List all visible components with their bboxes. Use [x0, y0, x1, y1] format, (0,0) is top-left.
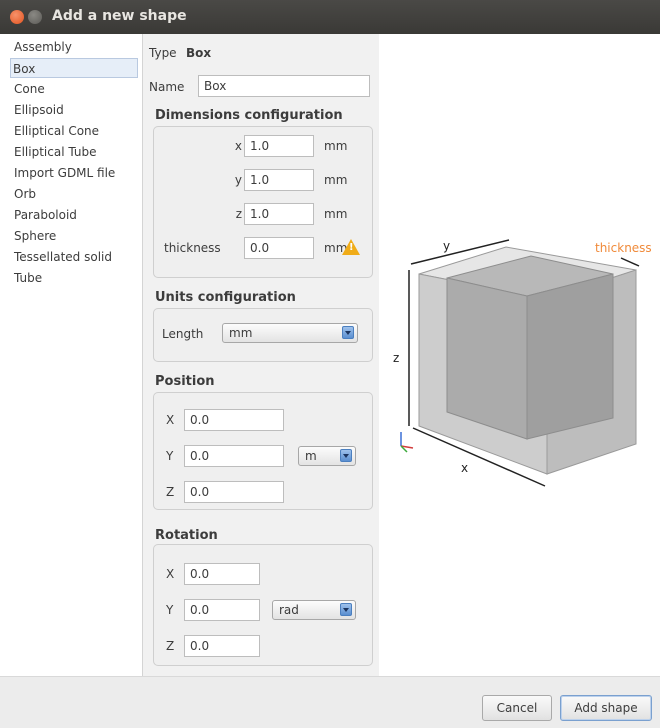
sidebar-item-elliptical-cone[interactable]: Elliptical Cone	[12, 121, 138, 141]
y-dim-input[interactable]: 1.0	[244, 169, 314, 191]
x-dim-input[interactable]: 1.0	[244, 135, 314, 157]
inner-box-front	[446, 277, 528, 440]
sidebar-item-assembly[interactable]: Assembly	[12, 37, 138, 57]
sidebar-item-cone[interactable]: Cone	[12, 79, 138, 99]
preview-y-label: y	[443, 239, 450, 253]
rotation-x-label: X	[166, 567, 175, 581]
shape-preview: y z x thickness	[379, 34, 660, 676]
position-z-label: Z	[166, 485, 175, 499]
rotation-y-label: Y	[166, 603, 174, 617]
z-dim-input[interactable]: 1.0	[244, 203, 314, 225]
position-group: X 0.0 Y 0.0 m Z 0.0	[153, 392, 373, 510]
rotation-x-input[interactable]: 0.0	[184, 563, 260, 585]
sidebar-item-box[interactable]: Box	[10, 58, 138, 78]
rotation-z-label: Z	[166, 639, 175, 653]
position-y-label: Y	[166, 449, 174, 463]
position-unit-select[interactable]: m	[298, 446, 356, 466]
dimensions-title: Dimensions configuration	[155, 108, 343, 123]
sidebar-item-tube[interactable]: Tube	[12, 268, 138, 288]
rotation-title: Rotation	[155, 528, 218, 543]
box-diagram: y z x thickness	[393, 239, 652, 487]
position-x-input[interactable]: 0.0	[184, 409, 284, 431]
thickness-label: thickness	[164, 241, 221, 255]
sidebar-item-paraboloid[interactable]: Paraboloid	[12, 205, 138, 225]
rotation-y-input[interactable]: 0.0	[184, 599, 260, 621]
x-dim-label: x	[234, 139, 242, 153]
sidebar-item-import-gdml[interactable]: Import GDML file	[12, 163, 138, 183]
y-dim-label: y	[234, 173, 242, 187]
position-z-input[interactable]: 0.0	[184, 481, 284, 503]
dialog-footer: Cancel Add shape	[0, 676, 660, 728]
sidebar-item-sphere[interactable]: Sphere	[12, 226, 138, 246]
preview-x-label: x	[461, 461, 468, 475]
length-unit-value: mm	[229, 326, 253, 340]
dropdown-arrow-icon	[342, 326, 354, 339]
type-value: Box	[186, 46, 212, 60]
position-title: Position	[155, 374, 215, 389]
rotation-group: X 0.0 Y 0.0 rad Z 0.0	[153, 544, 373, 666]
y-dim-unit: mm	[324, 173, 348, 187]
units-group: Length mm	[153, 308, 373, 362]
dropdown-arrow-icon	[340, 449, 352, 462]
close-icon[interactable]	[10, 10, 24, 24]
length-label: Length	[162, 327, 204, 341]
z-dim-label: z	[235, 207, 242, 221]
x-dim-unit: mm	[324, 139, 348, 153]
thickness-arrow	[620, 257, 640, 267]
rotation-unit-select[interactable]: rad	[272, 600, 356, 620]
sidebar-item-tessellated-solid[interactable]: Tessellated solid	[12, 247, 138, 267]
name-label: Name	[149, 80, 185, 94]
window-title: Add a new shape	[52, 8, 187, 24]
position-y-input[interactable]: 0.0	[184, 445, 284, 467]
minimize-icon[interactable]	[28, 10, 42, 24]
shape-list: Assembly Box Cone Ellipsoid Elliptical C…	[0, 34, 142, 676]
warning-icon: !	[342, 239, 360, 255]
rotation-z-input[interactable]: 0.0	[184, 635, 260, 657]
position-unit-value: m	[305, 449, 317, 463]
sidebar-item-ellipsoid[interactable]: Ellipsoid	[12, 100, 138, 120]
thickness-input[interactable]: 0.0	[244, 237, 314, 259]
length-unit-select[interactable]: mm	[222, 323, 358, 343]
z-dim-unit: mm	[324, 207, 348, 221]
cancel-button[interactable]: Cancel	[482, 695, 552, 721]
inner-box-side	[526, 273, 614, 440]
shape-form: Type Box Name Box Dimensions configurati…	[142, 34, 380, 676]
title-bar: Add a new shape	[0, 0, 660, 34]
preview-thickness-label: thickness	[595, 241, 652, 255]
type-label: Type	[149, 46, 177, 60]
sidebar-item-orb[interactable]: Orb	[12, 184, 138, 204]
position-x-label: X	[166, 413, 175, 427]
units-title: Units configuration	[155, 290, 296, 305]
add-shape-button[interactable]: Add shape	[560, 695, 652, 721]
rotation-unit-value: rad	[279, 603, 299, 617]
dimensions-group: x 1.0 mm y 1.0 mm z 1.0 mm thickness 0.0…	[153, 126, 373, 278]
name-input[interactable]: Box	[198, 75, 370, 97]
sidebar-item-elliptical-tube[interactable]: Elliptical Tube	[12, 142, 138, 162]
preview-z-label: z	[393, 351, 399, 365]
dropdown-arrow-icon	[340, 603, 352, 616]
